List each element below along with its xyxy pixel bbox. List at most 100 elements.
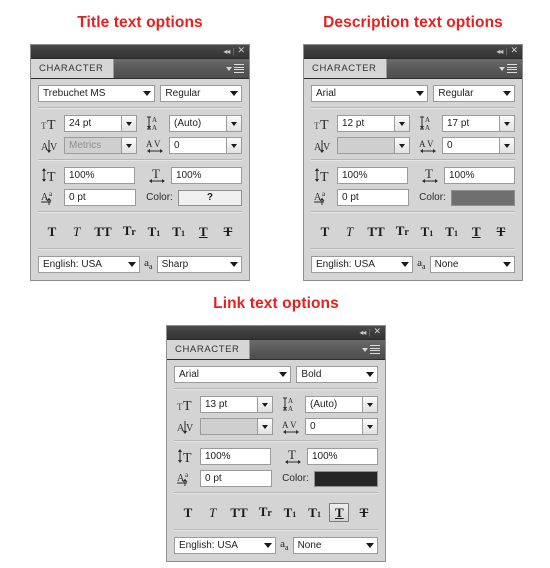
kerning-field-value[interactable]: Metrics [64, 137, 121, 154]
faux-italic-button[interactable]: T [67, 222, 87, 241]
language-select[interactable]: English: USA [174, 537, 277, 554]
font-size-field-value[interactable]: 13 pt [200, 396, 257, 413]
vertical-scale-field[interactable]: 100% [200, 448, 271, 465]
tab-character[interactable]: CHARACTER [31, 59, 114, 78]
small-caps-button[interactable]: Tr [392, 221, 412, 241]
close-icon[interactable]: ✕ [510, 47, 518, 56]
baseline-shift-field[interactable]: 0 pt [64, 189, 137, 206]
color-swatch[interactable]: ? [177, 189, 242, 206]
antialias-select[interactable]: None [292, 537, 378, 554]
font-size-field[interactable]: 13 pt [200, 396, 273, 413]
baseline-shift-field[interactable]: 0 pt [200, 470, 273, 487]
underline-button[interactable]: T [329, 502, 350, 522]
tracking-field-value[interactable]: 0 [305, 418, 362, 435]
font-family-select-arrow[interactable] [412, 86, 427, 101]
language-select[interactable]: English: USA [311, 256, 414, 273]
small-caps-button[interactable]: Tr [119, 221, 139, 241]
leading-field-arrow[interactable] [499, 115, 515, 132]
language-select-arrow[interactable] [397, 257, 412, 272]
tracking-field-arrow[interactable] [499, 137, 515, 154]
font-size-field-value[interactable]: 12 pt [337, 115, 394, 132]
font-style-select-arrow[interactable] [226, 86, 241, 101]
kerning-field-arrow[interactable] [394, 137, 410, 154]
tracking-field-arrow[interactable] [226, 137, 242, 154]
font-size-field-arrow[interactable] [121, 115, 137, 132]
font-size-field-arrow[interactable] [394, 115, 410, 132]
language-select-arrow[interactable] [124, 257, 139, 272]
antialias-select[interactable]: Sharp [156, 256, 242, 273]
subscript-button[interactable]: T1 [305, 503, 325, 522]
tracking-field[interactable]: 0 [169, 137, 242, 154]
leading-field-value[interactable]: (Auto) [305, 396, 362, 413]
tab-character[interactable]: CHARACTER [304, 59, 387, 78]
panel-menu-icon[interactable] [499, 59, 522, 78]
vertical-scale-field[interactable]: 100% [64, 167, 135, 184]
panel-menu-icon[interactable] [362, 340, 385, 359]
subscript-button[interactable]: T1 [169, 222, 189, 241]
close-icon[interactable]: ✕ [237, 47, 245, 56]
faux-bold-button[interactable]: T [42, 222, 62, 241]
font-style-select-arrow[interactable] [499, 86, 514, 101]
horizontal-scale-field[interactable]: 100% [171, 167, 242, 184]
small-caps-button[interactable]: Tr [255, 502, 275, 522]
all-caps-button[interactable]: TT [227, 503, 250, 522]
font-size-field[interactable]: 12 pt [337, 115, 410, 132]
kerning-field-arrow[interactable] [121, 137, 137, 154]
leading-field-arrow[interactable] [362, 396, 378, 413]
horizontal-scale-field[interactable]: 100% [307, 448, 378, 465]
collapse-double-left-icon[interactable]: ◂◂ [496, 47, 503, 56]
font-size-field-arrow[interactable] [257, 396, 273, 413]
font-style-select[interactable]: Bold [296, 366, 378, 383]
superscript-button[interactable]: T1 [417, 222, 437, 241]
color-swatch[interactable] [313, 470, 378, 487]
language-select[interactable]: English: USA [38, 256, 141, 273]
underline-button[interactable]: T [466, 222, 486, 241]
baseline-shift-field[interactable]: 0 pt [337, 189, 410, 206]
collapse-double-left-icon[interactable]: ◂◂ [359, 328, 366, 337]
subscript-button[interactable]: T1 [442, 222, 462, 241]
font-size-field-value[interactable]: 24 pt [64, 115, 121, 132]
tracking-field-value[interactable]: 0 [169, 137, 226, 154]
color-swatch[interactable] [450, 189, 515, 206]
kerning-field[interactable] [200, 418, 273, 435]
kerning-field[interactable]: Metrics [64, 137, 137, 154]
superscript-button[interactable]: T1 [144, 222, 164, 241]
tab-character[interactable]: CHARACTER [167, 340, 250, 359]
font-family-select-arrow[interactable] [139, 86, 154, 101]
antialias-select[interactable]: None [429, 256, 515, 273]
antialias-select-arrow[interactable] [226, 257, 241, 272]
font-size-field[interactable]: 24 pt [64, 115, 137, 132]
kerning-field-value[interactable] [337, 137, 394, 154]
collapse-double-left-icon[interactable]: ◂◂ [223, 47, 230, 56]
panel-menu-icon[interactable] [226, 59, 249, 78]
strikethrough-button[interactable]: T [218, 222, 238, 241]
leading-field[interactable]: 17 pt [442, 115, 515, 132]
underline-button[interactable]: T [193, 222, 213, 241]
font-family-select[interactable]: Trebuchet MS [38, 85, 156, 102]
leading-field[interactable]: (Auto) [169, 115, 242, 132]
all-caps-button[interactable]: TT [364, 222, 387, 241]
faux-bold-button[interactable]: T [178, 503, 198, 522]
tracking-field-value[interactable]: 0 [442, 137, 499, 154]
kerning-field-arrow[interactable] [257, 418, 273, 435]
strikethrough-button[interactable]: T [354, 503, 374, 522]
strikethrough-button[interactable]: T [491, 222, 511, 241]
language-select-arrow[interactable] [260, 538, 275, 553]
tracking-field[interactable]: 0 [305, 418, 378, 435]
font-family-select[interactable]: Arial [311, 85, 429, 102]
antialias-select-arrow[interactable] [362, 538, 377, 553]
kerning-field[interactable] [337, 137, 410, 154]
leading-field-arrow[interactable] [226, 115, 242, 132]
superscript-button[interactable]: T1 [280, 503, 300, 522]
leading-field-value[interactable]: 17 pt [442, 115, 499, 132]
vertical-scale-field[interactable]: 100% [337, 167, 408, 184]
faux-italic-button[interactable]: T [203, 503, 223, 522]
leading-field[interactable]: (Auto) [305, 396, 378, 413]
leading-field-value[interactable]: (Auto) [169, 115, 226, 132]
tracking-field[interactable]: 0 [442, 137, 515, 154]
horizontal-scale-field[interactable]: 100% [444, 167, 515, 184]
kerning-field-value[interactable] [200, 418, 257, 435]
tracking-field-arrow[interactable] [362, 418, 378, 435]
font-family-select[interactable]: Arial [174, 366, 292, 383]
font-family-select-arrow[interactable] [275, 367, 290, 382]
